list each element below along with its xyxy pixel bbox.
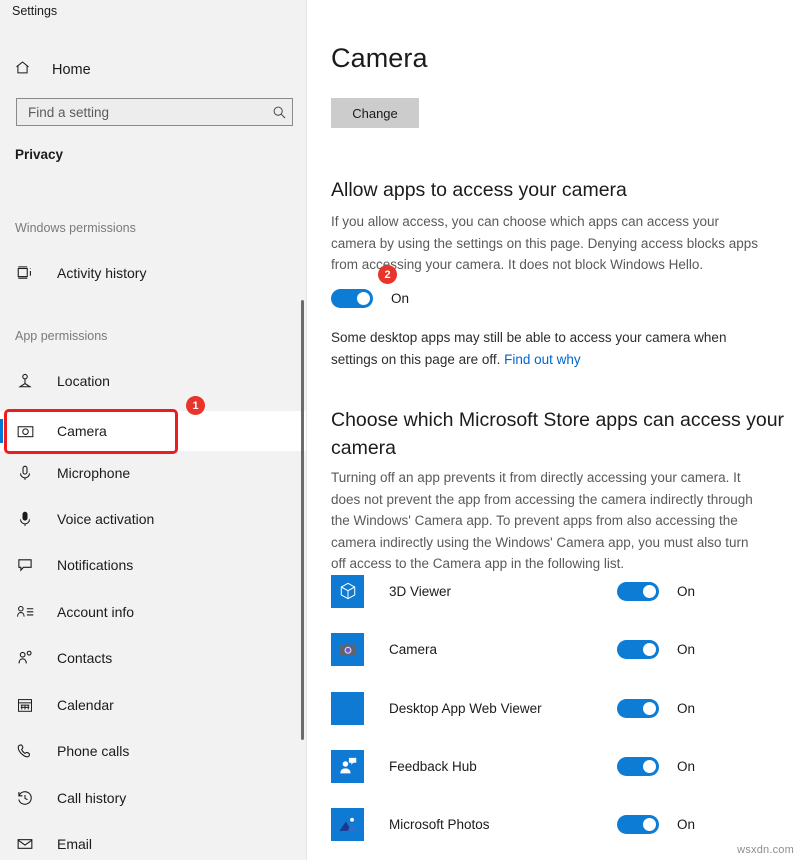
page-title: Camera	[331, 43, 428, 74]
sidebar-item-calendar[interactable]: Calendar	[0, 685, 307, 725]
toggle-knob	[643, 818, 656, 831]
sidebar-item-home[interactable]: Home	[0, 52, 307, 88]
app-toggle-box-desktop-app-web-viewer: On	[617, 699, 695, 718]
contacts-icon	[14, 647, 36, 669]
choose-apps-description: Turning off an app prevents it from dire…	[331, 467, 763, 575]
toggle-knob	[643, 585, 656, 598]
sidebar-item-camera-label: Camera	[57, 423, 107, 439]
app-row-camera[interactable]: Camera On	[331, 628, 771, 670]
sidebar-item-notifications[interactable]: Notifications	[0, 545, 307, 585]
notifications-icon	[14, 554, 36, 576]
find-out-why-link[interactable]: Find out why	[504, 352, 581, 367]
search-icon[interactable]	[266, 99, 292, 125]
toggle-knob	[643, 760, 656, 773]
sidebar-item-microphone-label: Microphone	[57, 465, 130, 481]
settings-window: Settings Home Privacy Windows permission…	[0, 0, 800, 860]
sidebar-item-microphone[interactable]: Microphone	[0, 453, 307, 493]
app-toggle-feedback-hub[interactable]	[617, 757, 659, 776]
sidebar-item-location-label: Location	[57, 373, 110, 389]
camera-icon	[14, 420, 36, 442]
calendar-icon	[14, 694, 36, 716]
watermark: wsxdn.com	[737, 844, 794, 856]
sidebar-item-email[interactable]: Email	[0, 824, 307, 860]
microphone-icon	[14, 462, 36, 484]
home-icon	[14, 59, 31, 81]
app-row-3d-viewer[interactable]: 3D Viewer On	[331, 570, 771, 612]
app-toggle-box-3d-viewer: On	[617, 582, 695, 601]
sidebar-item-email-label: Email	[57, 836, 92, 852]
sidebar-item-notifications-label: Notifications	[57, 557, 133, 573]
sidebar-item-voice-activation-label: Voice activation	[57, 511, 154, 527]
app-state-camera: On	[677, 642, 695, 657]
app-state-desktop-app-web-viewer: On	[677, 701, 695, 716]
choose-apps-heading: Choose which Microsoft Store apps can ac…	[331, 406, 800, 462]
voice-activation-icon	[14, 508, 36, 530]
sidebar-item-account-info-label: Account info	[57, 604, 134, 620]
call-history-icon	[14, 787, 36, 809]
app-toggle-microsoft-photos[interactable]	[617, 815, 659, 834]
app-toggle-desktop-app-web-viewer[interactable]	[617, 699, 659, 718]
toggle-knob	[643, 643, 656, 656]
sidebar-group-windows-permissions: Windows permissions	[15, 221, 136, 235]
app-toggle-camera[interactable]	[617, 640, 659, 659]
desktop-app-web-viewer-icon	[331, 692, 364, 725]
camera-app-icon	[331, 633, 364, 666]
feedback-hub-icon	[331, 750, 364, 783]
sidebar-item-phone-calls[interactable]: Phone calls	[0, 731, 307, 771]
toggle-knob	[643, 702, 656, 715]
app-name-microsoft-photos: Microsoft Photos	[389, 817, 490, 832]
app-toggle-box-camera: On	[617, 640, 695, 659]
app-row-feedback-hub[interactable]: Feedback Hub On	[331, 745, 771, 787]
allow-apps-toggle[interactable]	[331, 289, 373, 308]
app-name-camera: Camera	[389, 642, 437, 657]
desktop-apps-note: Some desktop apps may still be able to a…	[331, 327, 763, 370]
sidebar-item-home-label: Home	[52, 62, 91, 78]
search-input[interactable]	[17, 98, 266, 126]
app-toggle-box-microsoft-photos: On	[617, 815, 695, 834]
sidebar: Settings Home Privacy Windows permission…	[0, 0, 307, 860]
app-name-feedback-hub: Feedback Hub	[389, 759, 477, 774]
app-row-desktop-app-web-viewer[interactable]: Desktop App Web Viewer On	[331, 687, 771, 729]
sidebar-item-contacts[interactable]: Contacts	[0, 638, 307, 678]
app-state-feedback-hub: On	[677, 759, 695, 774]
sidebar-item-contacts-label: Contacts	[57, 650, 112, 666]
app-state-3d-viewer: On	[677, 584, 695, 599]
email-icon	[14, 833, 36, 855]
sidebar-item-call-history[interactable]: Call history	[0, 778, 307, 818]
app-state-microsoft-photos: On	[677, 817, 695, 832]
location-icon	[14, 370, 36, 392]
main-content: Camera Change Allow apps to access your …	[307, 0, 800, 860]
allow-apps-description: If you allow access, you can choose whic…	[331, 211, 763, 276]
app-row-microsoft-photos[interactable]: Microsoft Photos On	[331, 803, 771, 845]
phone-calls-icon	[14, 740, 36, 762]
change-button[interactable]: Change	[331, 98, 419, 128]
sidebar-item-account-info[interactable]: Account info	[0, 592, 307, 632]
sidebar-section-privacy: Privacy	[15, 147, 63, 162]
allow-apps-heading: Allow apps to access your camera	[331, 176, 627, 204]
sidebar-item-activity-history-label: Activity history	[57, 265, 146, 281]
sidebar-group-app-permissions: App permissions	[15, 329, 107, 343]
allow-apps-toggle-row: On	[331, 289, 409, 308]
sidebar-scrollbar[interactable]	[301, 300, 304, 740]
app-toggle-3d-viewer[interactable]	[617, 582, 659, 601]
sidebar-item-calendar-label: Calendar	[57, 697, 114, 713]
sidebar-item-camera[interactable]: Camera	[0, 411, 307, 451]
account-info-icon	[14, 601, 36, 623]
3d-viewer-icon	[331, 575, 364, 608]
activity-history-icon	[14, 262, 36, 284]
allow-apps-toggle-state: On	[391, 291, 409, 306]
search-box[interactable]	[16, 98, 293, 126]
app-name-3d-viewer: 3D Viewer	[389, 584, 451, 599]
app-toggle-box-feedback-hub: On	[617, 757, 695, 776]
sidebar-item-phone-calls-label: Phone calls	[57, 743, 129, 759]
window-title: Settings	[12, 4, 57, 18]
sidebar-item-call-history-label: Call history	[57, 790, 126, 806]
sidebar-item-voice-activation[interactable]: Voice activation	[0, 499, 307, 539]
app-name-desktop-app-web-viewer: Desktop App Web Viewer	[389, 701, 542, 716]
sidebar-item-activity-history[interactable]: Activity history	[0, 253, 307, 293]
toggle-knob	[357, 292, 370, 305]
sidebar-item-location[interactable]: Location	[0, 361, 307, 401]
microsoft-photos-icon	[331, 808, 364, 841]
